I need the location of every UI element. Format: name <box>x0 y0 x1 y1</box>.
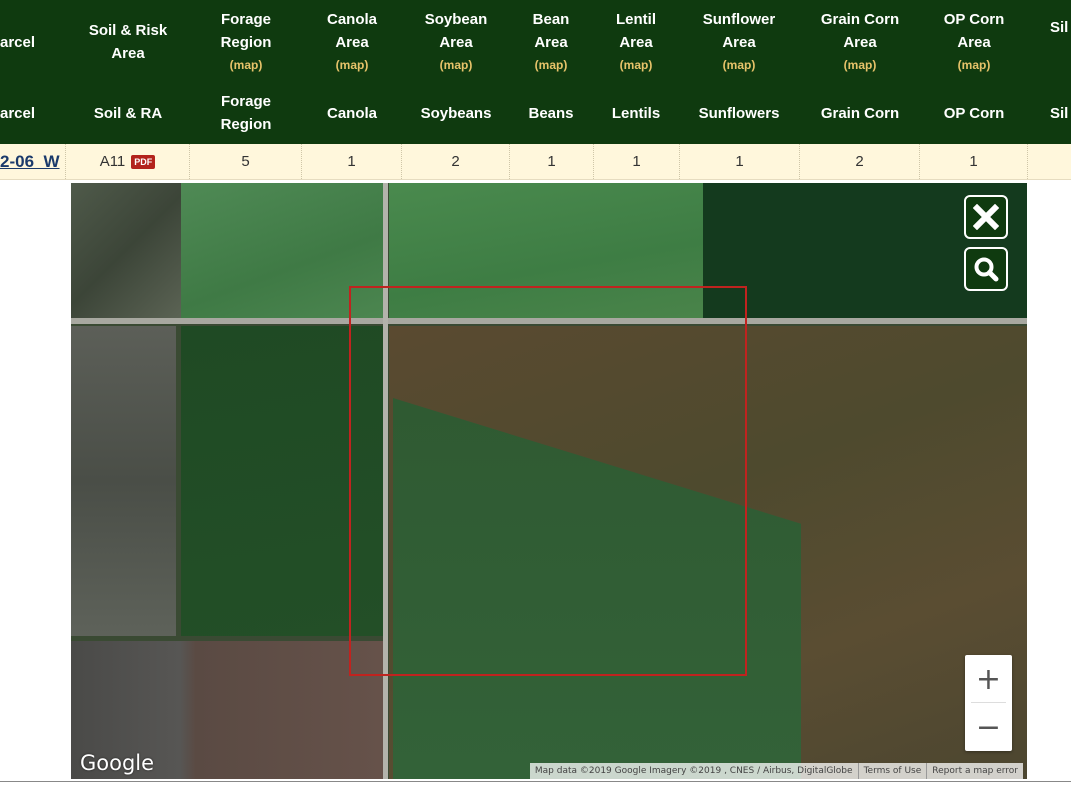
results-table-header: arcel Soil & Risk Area Forage Region (ma… <box>0 0 1071 144</box>
cell-value: 1 <box>632 153 641 170</box>
map-field <box>71 326 176 636</box>
header-soybean-area: Soybean Area (map) <box>404 4 508 80</box>
header-soil-risk-area: Soil & Risk Area <box>76 4 180 80</box>
zoom-in-icon: + <box>975 661 1002 697</box>
header-forage-region: Forage Region (map) <box>192 4 300 80</box>
parcel-link-text[interactable]: 2-06 W <box>0 152 60 172</box>
header2-beans: Beans <box>510 84 592 142</box>
cell-grain-corn: 2 <box>800 144 920 179</box>
header2-soil-ra: Soil & RA <box>76 84 180 142</box>
header-bean-area: Bean Area (map) <box>510 4 592 80</box>
zoom-in-button[interactable]: + <box>965 655 1012 703</box>
cell-value: 1 <box>547 153 556 170</box>
cell-value: 1 <box>347 153 356 170</box>
cell-value: 1 <box>969 153 978 170</box>
zoom-out-button[interactable]: − <box>965 703 1012 751</box>
cell-soybeans: 2 <box>402 144 510 179</box>
divider <box>0 781 1071 782</box>
header-label: Sunflower Area <box>702 11 776 51</box>
header-label: Canola Area <box>326 11 377 51</box>
header-label: Lentils <box>611 104 661 122</box>
parcel-link[interactable]: 2-06 W <box>0 144 66 179</box>
satellite-map[interactable]: + − Google Map data ©2019 Google Imagery… <box>71 183 1027 779</box>
forage-map-link[interactable]: (map) <box>230 54 263 76</box>
header2-lentils: Lentils <box>594 84 678 142</box>
header2-grain-corn: Grain Corn <box>800 84 920 142</box>
cell-value: 5 <box>241 153 250 170</box>
sunflower-map-link[interactable]: (map) <box>723 54 756 76</box>
terms-of-use-link[interactable]: Terms of Use <box>857 763 927 779</box>
cell-value: 2 <box>855 153 864 170</box>
zoom-out-icon: − <box>975 709 1002 745</box>
header2-sunflowers: Sunflowers <box>680 84 798 142</box>
cell-value: 2 <box>451 153 460 170</box>
parcel-boundary-box <box>349 286 747 676</box>
header-parcel: arcel <box>0 4 66 80</box>
grain-corn-map-link[interactable]: (map) <box>844 54 877 76</box>
header-label: Sil <box>1050 18 1069 36</box>
header-silage-area: Sil <box>1050 4 1071 80</box>
header-label: Grain Corn Area <box>820 11 900 51</box>
header2-soybeans: Soybeans <box>404 84 508 142</box>
cell-soil-ra: A11 PDF <box>66 144 190 179</box>
soybean-map-link[interactable]: (map) <box>440 54 473 76</box>
header-label: Soil & RA <box>93 104 163 122</box>
header-label: Soil & Risk Area <box>88 22 168 62</box>
header-grain-corn-area: Grain Corn Area (map) <box>800 4 920 80</box>
map-data-credit: Map data ©2019 Google Imagery ©2019 , CN… <box>534 766 853 776</box>
soil-ra-value: A11 <box>99 153 126 170</box>
zoom-to-parcel-button[interactable] <box>964 247 1008 291</box>
zoom-controls: + − <box>965 655 1012 751</box>
cell-lentils: 1 <box>594 144 680 179</box>
header-op-corn-area: OP Corn Area (map) <box>922 4 1026 80</box>
header-label: Canola <box>326 104 377 122</box>
header-label: Forage Region <box>220 11 272 51</box>
cell-op-corn: 1 <box>920 144 1028 179</box>
cell-value: 1 <box>735 153 744 170</box>
header2-parcel: arcel <box>0 84 66 142</box>
magnifier-icon <box>974 257 999 282</box>
close-icon <box>973 204 999 230</box>
canola-map-link[interactable]: (map) <box>336 54 369 76</box>
header-label: Soybeans <box>420 104 492 122</box>
cell-beans: 1 <box>510 144 594 179</box>
header-label: Bean Area <box>532 11 570 51</box>
google-logo: Google <box>80 751 155 775</box>
op-corn-map-link[interactable]: (map) <box>958 54 991 76</box>
map-attribution: Map data ©2019 Google Imagery ©2019 , CN… <box>529 763 1023 779</box>
header-sunflower-area: Sunflower Area (map) <box>680 4 798 80</box>
header-label: Beans <box>528 104 574 122</box>
bean-map-link[interactable]: (map) <box>535 54 568 76</box>
table-row: 2-06 W A11 PDF 5 1 2 1 1 1 2 1 <box>0 144 1071 180</box>
close-map-button[interactable] <box>964 195 1008 239</box>
header-label: Grain Corn <box>820 104 900 122</box>
header-lentil-area: Lentil Area (map) <box>594 4 678 80</box>
header-label: Sil <box>1050 104 1069 122</box>
cell-forage-region: 5 <box>190 144 302 179</box>
header-label: arcel <box>0 33 36 51</box>
header-label: OP Corn Area <box>943 11 1005 51</box>
header-label: Lentil Area <box>616 11 656 51</box>
header-label: Forage Region <box>220 93 272 133</box>
header-canola-area: Canola Area (map) <box>302 4 402 80</box>
pdf-icon[interactable]: PDF <box>131 154 156 169</box>
header2-canola: Canola <box>302 84 402 142</box>
header2-op-corn: OP Corn <box>922 84 1026 142</box>
header-label: OP Corn <box>943 104 1005 122</box>
header-label: Soybean Area <box>424 11 488 51</box>
header-label: Sunflowers <box>698 104 780 122</box>
report-map-error-link[interactable]: Report a map error <box>926 763 1023 779</box>
header2-silage: Sil <box>1050 84 1071 142</box>
lentil-map-link[interactable]: (map) <box>620 54 653 76</box>
map-field <box>71 183 181 318</box>
cell-canola: 1 <box>302 144 402 179</box>
cell-sunflowers: 1 <box>680 144 800 179</box>
header-label: arcel <box>0 104 36 122</box>
header2-forage-region: Forage Region <box>192 84 300 142</box>
